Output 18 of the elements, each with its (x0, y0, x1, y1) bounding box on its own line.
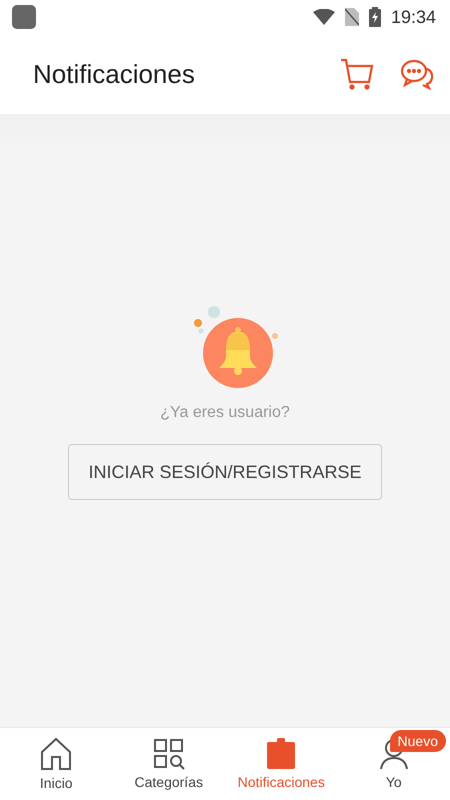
nav-tab[interactable]: Categorías (112, 728, 225, 800)
page-title: Notificaciones (33, 58, 195, 90)
login-button[interactable]: INICIAR SESIÓN/REGISTRARSE (68, 444, 382, 500)
home-icon (39, 737, 74, 771)
categories-icon (152, 738, 185, 770)
notification-icon (266, 738, 296, 770)
login-prompt: ¿Ya eres usuario? (160, 404, 290, 422)
no-sim-icon (344, 8, 359, 26)
nav-tab[interactable]: Notificaciones (225, 728, 338, 800)
nav-tab[interactable]: Inicio (0, 728, 112, 800)
nav-tab[interactable]: Nuevo Yo (338, 728, 450, 800)
wifi-icon (312, 9, 335, 25)
new-badge: Nuevo (390, 730, 446, 752)
status-time: 19:34 (390, 6, 436, 28)
cart-icon[interactable] (340, 58, 374, 90)
app-icon (12, 5, 36, 29)
chat-icon[interactable] (400, 58, 434, 90)
battery-icon (368, 7, 381, 27)
